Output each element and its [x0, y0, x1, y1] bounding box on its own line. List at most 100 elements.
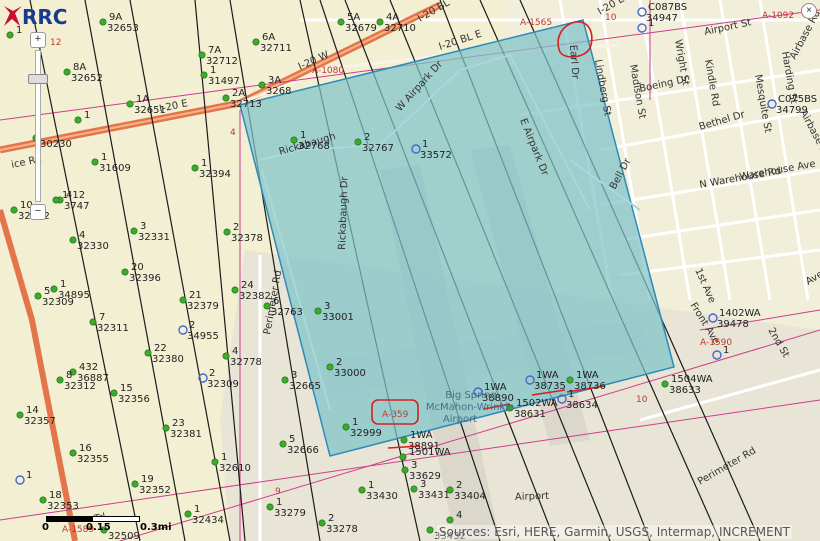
- oil-well-icon[interactable]: [290, 136, 298, 144]
- well-number: 1504WA: [671, 374, 713, 385]
- oil-well-icon[interactable]: [222, 352, 230, 360]
- zoom-in-button[interactable]: +: [30, 32, 46, 48]
- oil-well-icon[interactable]: [426, 526, 434, 534]
- oil-well-icon[interactable]: [258, 81, 266, 89]
- well-number: 21: [189, 290, 202, 301]
- oil-well-icon[interactable]: [91, 158, 99, 166]
- oil-well-icon[interactable]: [198, 51, 206, 59]
- well-number: 432: [79, 362, 98, 373]
- oil-well-icon[interactable]: [10, 206, 18, 214]
- oil-well-icon[interactable]: [110, 389, 118, 397]
- oil-well-icon[interactable]: [266, 503, 274, 511]
- oil-well-icon[interactable]: [446, 516, 454, 524]
- oil-well-icon[interactable]: [191, 164, 199, 172]
- well-api-id: 32666: [287, 445, 319, 456]
- well-number: 1: [221, 452, 227, 463]
- oil-well-icon[interactable]: [376, 18, 384, 26]
- well-number: 1: [26, 470, 32, 481]
- survey-label: A-359: [382, 410, 409, 420]
- map-canvas[interactable]: I-20 WI-20 EI-20 BL EI-20 BL I-20 EW Airp…: [0, 0, 820, 541]
- well-api-id: 3747: [64, 201, 89, 212]
- logo-text: RRC: [22, 5, 67, 29]
- scale-label-end: 0.3mi: [140, 522, 172, 533]
- survey-label: 10: [636, 395, 648, 405]
- oil-well-icon[interactable]: [358, 486, 366, 494]
- survey-label: A-1565: [520, 18, 552, 28]
- well-number: C087BS: [648, 2, 687, 13]
- airport-label-line2: McMahon-Wrinkle: [426, 402, 514, 413]
- well-number: 8A: [73, 62, 86, 73]
- well-number: 1402WA: [719, 308, 761, 319]
- oil-well-icon[interactable]: [399, 453, 407, 461]
- oil-well-icon[interactable]: [52, 196, 60, 204]
- oil-well-icon[interactable]: [223, 228, 231, 236]
- well-number: 7A: [208, 45, 221, 56]
- oil-well-icon[interactable]: [126, 100, 134, 108]
- oil-well-icon[interactable]: [50, 285, 58, 293]
- oil-well-icon[interactable]: [6, 31, 14, 39]
- well-number: 5: [289, 434, 295, 445]
- oil-well-icon[interactable]: [99, 18, 107, 26]
- oil-well-icon[interactable]: [337, 18, 345, 26]
- well-number: 1: [276, 497, 282, 508]
- oil-well-icon[interactable]: [39, 496, 47, 504]
- oil-well-icon[interactable]: [566, 376, 574, 384]
- oil-well-icon[interactable]: [69, 449, 77, 457]
- oil-well-icon[interactable]: [69, 236, 77, 244]
- survey-label: A-1080: [312, 66, 344, 76]
- oil-well-icon[interactable]: [661, 380, 669, 388]
- oil-well-icon[interactable]: [16, 411, 24, 419]
- map-view[interactable]: I-20 W I-20 E I-20 BL E I-20 BL I-20 EW Airp…: [0, 0, 820, 541]
- oil-well-icon[interactable]: [342, 423, 350, 431]
- survey-label: A-1092: [762, 11, 794, 21]
- oil-well-icon[interactable]: [74, 116, 82, 124]
- oil-well-icon[interactable]: [144, 349, 152, 357]
- oil-well-icon[interactable]: [354, 138, 362, 146]
- well-number: 1A: [136, 94, 149, 105]
- oil-well-icon[interactable]: [279, 440, 287, 448]
- zoom-slider-track[interactable]: [35, 50, 41, 202]
- oil-well-icon[interactable]: [131, 480, 139, 488]
- oil-well-icon[interactable]: [200, 71, 208, 79]
- zoom-out-button[interactable]: −: [30, 204, 46, 220]
- road-label: Airport: [515, 491, 550, 503]
- well-api-id: 31497: [208, 76, 240, 87]
- oil-well-icon[interactable]: [89, 318, 97, 326]
- oil-well-icon[interactable]: [263, 302, 271, 310]
- well-number: 2: [328, 513, 334, 524]
- well-api-id: 32330: [77, 241, 109, 252]
- oil-well-icon[interactable]: [410, 485, 418, 493]
- oil-well-icon[interactable]: [314, 307, 322, 315]
- map-attribution: Sources: Esri, HERE, Garmin, USGS, Inter…: [436, 525, 792, 539]
- oil-well-icon[interactable]: [326, 363, 334, 371]
- oil-well-icon[interactable]: [401, 466, 409, 474]
- well-number: 4: [232, 346, 238, 357]
- well-number: 8: [66, 370, 72, 381]
- oil-well-icon[interactable]: [400, 436, 408, 444]
- oil-well-icon[interactable]: [121, 268, 129, 276]
- well-api-id: 32710: [384, 23, 416, 34]
- zoom-slider-thumb[interactable]: [28, 74, 48, 84]
- oil-well-icon[interactable]: [130, 227, 138, 235]
- oil-well-icon[interactable]: [281, 376, 289, 384]
- oil-well-icon[interactable]: [34, 292, 42, 300]
- well-api-id: 32653: [107, 23, 139, 34]
- oil-well-icon[interactable]: [252, 38, 260, 46]
- airport-label-line3: Airport: [443, 414, 477, 425]
- oil-well-icon[interactable]: [63, 68, 71, 76]
- oil-well-icon[interactable]: [446, 486, 454, 494]
- oil-well-icon[interactable]: [179, 296, 187, 304]
- oil-well-icon[interactable]: [211, 458, 219, 466]
- oil-well-icon[interactable]: [222, 94, 230, 102]
- well-number: 2: [189, 320, 195, 331]
- well-api-id: 32381: [170, 429, 202, 440]
- well-api-id: 33572: [420, 150, 452, 161]
- oil-well-icon[interactable]: [162, 424, 170, 432]
- oil-well-icon[interactable]: [56, 376, 64, 384]
- oil-well-icon[interactable]: [318, 519, 326, 527]
- well-number: 14: [26, 405, 39, 416]
- well-number: 2: [209, 368, 215, 379]
- oil-well-icon[interactable]: [231, 286, 239, 294]
- close-icon[interactable]: ×: [801, 3, 817, 19]
- well-api-id: 33431: [418, 490, 450, 501]
